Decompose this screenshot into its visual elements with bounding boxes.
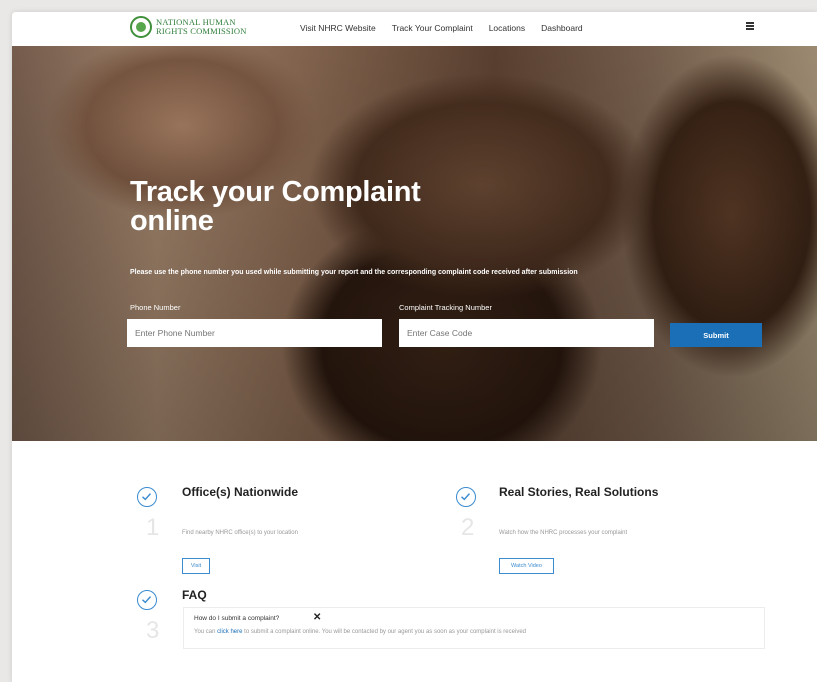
nav-links: Visit NHRC Website Track Your Complaint … [300,23,583,33]
top-navbar: NATIONAL HUMAN RIGHTS COMMISSION Visit N… [12,12,817,46]
close-icon[interactable]: ✕ [313,612,321,623]
check-circle-icon [137,590,157,610]
logo-text: NATIONAL HUMAN RIGHTS COMMISSION [156,18,247,36]
feature-number: 3 [146,617,160,644]
hero-image-holding-hands [12,46,817,441]
visit-button[interactable]: Visit [182,558,210,574]
faq-answer: You can click here to submit a complaint… [194,629,526,635]
nhrc-logo[interactable]: NATIONAL HUMAN RIGHTS COMMISSION [130,16,247,38]
click-here-link[interactable]: click here [217,629,242,635]
faq-question: How do I submit a complaint? [194,615,280,622]
check-circle-icon [137,487,157,507]
nav-link-locations[interactable]: Locations [489,23,525,33]
logo-line-2: RIGHTS COMMISSION [156,26,247,36]
faq-answer-prefix: You can [194,629,216,635]
feature-title-stories: Real Stories, Real Solutions [499,485,659,499]
phone-number-label: Phone Number [130,303,181,312]
hero-title: Track your Complaint online [130,176,421,237]
feature-desc-offices: Find nearby NHRC office(s) to your locat… [182,530,298,536]
feature-title-offices: Office(s) Nationwide [182,485,299,499]
nav-link-dashboard[interactable]: Dashboard [541,23,583,33]
feature-desc-stories: Watch how the NHRC processes your compla… [499,530,628,536]
tracking-number-label: Complaint Tracking Number [399,303,492,312]
feature-number: 2 [461,514,475,541]
check-circle-icon [456,487,476,507]
faq-answer-suffix: to submit a complaint online. You will b… [244,629,526,635]
phone-number-input[interactable] [127,319,382,347]
faq-title: FAQ [182,588,207,602]
feature-number: 1 [146,514,160,541]
nav-link-visit-nhrc[interactable]: Visit NHRC Website [300,23,376,33]
submit-button[interactable]: Submit [670,323,762,347]
hamburger-menu-icon[interactable] [746,22,754,30]
nav-link-track-complaint[interactable]: Track Your Complaint [392,23,473,33]
watch-video-button[interactable]: Watch Video [499,558,554,574]
case-code-input[interactable] [399,319,654,347]
browser-page: NATIONAL HUMAN RIGHTS COMMISSION Visit N… [12,12,817,682]
hero-banner: Track your Complaint online Please use t… [12,46,817,441]
nhrc-emblem-icon [130,16,152,38]
hero-description: Please use the phone number you used whi… [130,269,578,276]
faq-item[interactable]: How do I submit a complaint? ✕ You can c… [183,607,765,649]
